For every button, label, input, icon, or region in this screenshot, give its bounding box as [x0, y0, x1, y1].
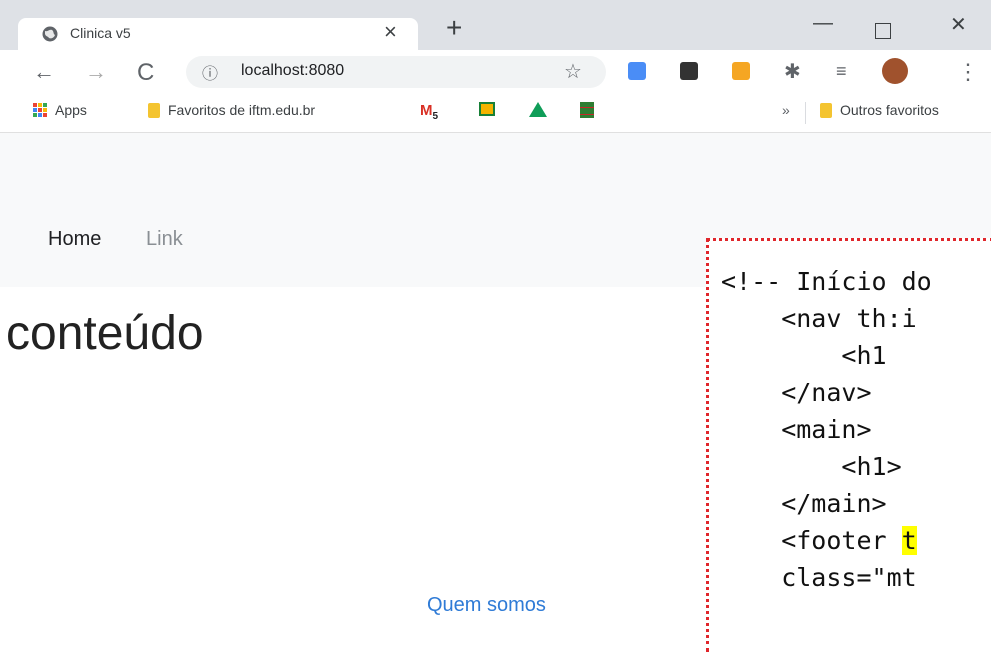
gmail-icon: M5 [420, 102, 439, 122]
nav-link[interactable]: Link [146, 228, 183, 251]
code-line: <!-- Início do [721, 267, 932, 296]
code-line: <h1> [721, 452, 902, 481]
code-line: </nav> [721, 378, 872, 407]
code-line: </main> [721, 489, 887, 518]
reload-icon[interactable]: C [137, 59, 154, 87]
translate-extension-icon[interactable] [628, 62, 646, 80]
colorful-extension-icon[interactable] [732, 62, 750, 80]
footer-quem-somos-link[interactable]: Quem somos [427, 594, 546, 617]
gmail-badge: 5 [432, 111, 439, 122]
bookmark-drive[interactable] [529, 102, 547, 117]
site-info-icon[interactable]: ⓘ [202, 60, 218, 84]
code-snippet-panel: <!-- Início do <nav th:i <h1 </nav> <mai… [706, 238, 991, 652]
close-window-icon[interactable]: ✕ [950, 12, 967, 37]
address-bar[interactable]: ⓘ localhost:8080 ☆ [186, 56, 606, 88]
code-highlight: t [901, 526, 917, 555]
bookmark-star-icon[interactable]: ☆ [564, 59, 582, 84]
tab-title: Clinica v5 [70, 25, 131, 41]
folder-icon [148, 102, 160, 118]
maximize-icon[interactable] [875, 23, 891, 39]
code-line-footer: <footer t [721, 526, 917, 555]
url-text: localhost:8080 [241, 62, 345, 79]
reading-list-icon[interactable]: ≡ [836, 61, 847, 82]
minimize-icon[interactable]: — [813, 12, 833, 35]
browser-toolbar: ← → C ⓘ localhost:8080 ☆ ✱ ≡ ⋮ [0, 50, 991, 92]
extensions-puzzle-icon[interactable]: ✱ [784, 59, 801, 84]
iftm-logo-icon [580, 102, 594, 118]
tab-strip: Clinica v5 × + — ✕ [0, 0, 991, 50]
dark-extension-icon[interactable] [680, 62, 698, 80]
bookmark-outros-label: Outros favoritos [840, 102, 939, 118]
bookmark-apps-label: Apps [55, 102, 87, 118]
forward-icon[interactable]: → [85, 59, 107, 85]
new-tab-icon[interactable]: + [446, 14, 462, 42]
bookmark-classroom[interactable] [479, 102, 495, 116]
code-line: <nav th:i [721, 304, 917, 333]
bookmarks-bar: Apps Favoritos de iftm.edu.br M5 » Outro… [0, 92, 991, 133]
folder-icon [820, 102, 832, 118]
browser-tab[interactable]: Clinica v5 × [18, 18, 418, 50]
classroom-icon [479, 102, 495, 116]
code-line: <main> [721, 415, 872, 444]
globe-icon [42, 26, 58, 42]
overflow-chevron: » [782, 102, 790, 118]
menu-kebab-icon[interactable]: ⋮ [957, 59, 979, 85]
bookmark-gmail[interactable]: M5 [420, 102, 438, 122]
code-line: <h1 [721, 341, 887, 370]
bookmarks-divider [805, 102, 806, 124]
nav-home-link[interactable]: Home [48, 228, 101, 251]
code-line: class="mt [721, 563, 917, 592]
bookmarks-overflow[interactable]: » [782, 102, 790, 118]
bookmark-favoritos-iftm[interactable]: Favoritos de iftm.edu.br [148, 102, 315, 118]
profile-avatar[interactable] [882, 58, 908, 84]
bookmark-iftm[interactable] [580, 102, 594, 118]
page-title: conteúdo [6, 307, 204, 360]
bookmark-apps[interactable]: Apps [33, 102, 87, 118]
code-line-footer-text: <footer [721, 526, 902, 555]
bookmark-favoritos-label: Favoritos de iftm.edu.br [168, 102, 316, 118]
bookmark-outros-favoritos[interactable]: Outros favoritos [820, 102, 939, 118]
browser-window: Clinica v5 × + — ✕ ← → C ⓘ localhost:808… [0, 0, 991, 652]
drive-icon [529, 102, 547, 117]
tab-close-icon[interactable]: × [384, 19, 397, 45]
back-icon[interactable]: ← [33, 59, 55, 85]
apps-grid-icon [33, 103, 47, 117]
